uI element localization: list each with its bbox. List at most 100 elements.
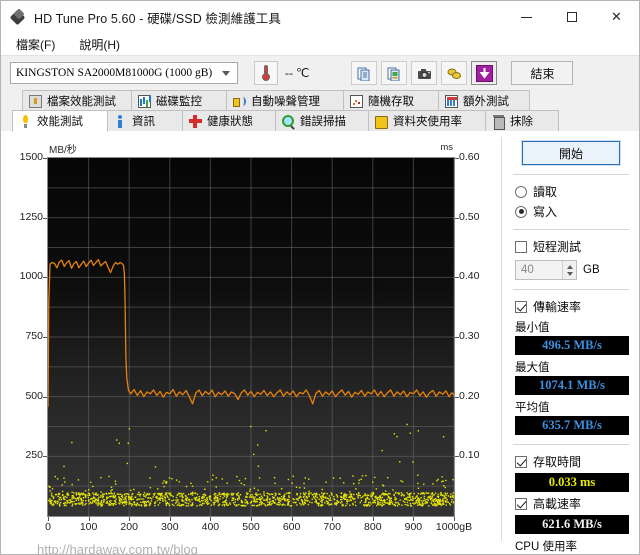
checkbox-burst-rate[interactable]: 高載速率 — [515, 495, 633, 512]
tab-erase[interactable]: 抹除 — [485, 110, 559, 131]
thermometer-icon[interactable] — [254, 61, 278, 85]
hd-tune-window: HD Tune Pro 5.60 - 硬碟/SSD 檢測維護工具 ✕ 檔案(F)… — [0, 0, 640, 555]
window-controls: ✕ — [504, 1, 639, 33]
error-scan-icon — [282, 114, 295, 128]
tab-label: 效能測試 — [37, 116, 83, 128]
tab-label: 錯誤掃描 — [300, 116, 346, 128]
burst-rate-value: 621.6 MB/s — [515, 515, 629, 534]
tab-label: 資料夾使用率 — [393, 116, 462, 128]
radio-read-icon — [515, 185, 527, 198]
tab-label: 資訊 — [132, 116, 155, 128]
y-tick-left: 1000 — [19, 270, 43, 283]
min-label: 最小值 — [515, 322, 550, 334]
checkbox-short-test[interactable]: 短程測試 — [515, 238, 633, 255]
file-benchmark-icon — [29, 94, 42, 108]
y-tick-left: 250 — [25, 449, 43, 462]
tab-label: 自動噪聲管理 — [251, 96, 320, 108]
erase-icon — [492, 114, 505, 130]
tab-benchmark[interactable]: 效能測試 — [12, 110, 108, 132]
tab-info[interactable]: 資訊 — [107, 110, 183, 131]
checkbox-short-test-icon — [515, 240, 527, 253]
y-tick-right: 0.10 — [459, 449, 480, 462]
tab-file-benchmark[interactable]: 檔案效能測試 — [22, 90, 132, 111]
menu-item-file[interactable]: 檔案(F) — [7, 34, 64, 55]
drive-select[interactable]: KINGSTON SA2000M81000G (1000 gB) — [10, 62, 238, 84]
radio-read[interactable]: 讀取 — [515, 183, 633, 200]
radio-write[interactable]: 寫入 — [515, 203, 633, 220]
size-unit-label: GB — [583, 264, 600, 276]
tab-label: 隨機存取 — [368, 96, 414, 108]
tab-health[interactable]: 健康狀態 — [182, 110, 276, 131]
tab-label: 額外測試 — [463, 96, 509, 108]
checkbox-access-time-icon — [515, 455, 527, 468]
drive-select-value: KINGSTON SA2000M81000G (1000 gB) — [16, 67, 213, 79]
random-access-icon — [350, 94, 363, 108]
maximize-button[interactable] — [549, 1, 594, 33]
tab-bar: 檔案效能測試 磁碟監控 自動噪聲管理 隨機存取 額外測試 效能測試 資訊 健康狀… — [1, 90, 639, 132]
tab-disk-monitor[interactable]: 磁碟監控 — [131, 90, 227, 111]
y-tick-left: 1250 — [19, 210, 43, 223]
close-button[interactable]: ✕ — [594, 1, 639, 33]
x-tick: 1000gB — [435, 521, 473, 533]
menu-item-help[interactable]: 說明(H) — [70, 34, 129, 55]
tab-extra-tests[interactable]: 額外測試 — [438, 90, 530, 111]
tab-label: 檔案效能測試 — [47, 96, 116, 108]
min-value: 496.5 MB/s — [515, 336, 629, 355]
checkbox-short-test-label: 短程測試 — [533, 240, 582, 254]
temperature-value: -- ℃ — [285, 65, 310, 80]
panel-divider — [501, 137, 502, 541]
y-axis-label-left: MB/秒 — [49, 145, 77, 156]
y-tick-left: 500 — [25, 389, 43, 402]
copy-image-icon[interactable] — [381, 61, 408, 85]
checkbox-access-time-label: 存取時間 — [533, 455, 582, 469]
control-panel: 開始 讀取 寫入 短程測試 40 GB 傳輸速率 最小值 496.5 MB/s … — [509, 137, 633, 553]
download-arrow-icon[interactable] — [471, 61, 498, 85]
radio-write-label: 寫入 — [533, 205, 558, 219]
tab-label: 抹除 — [510, 116, 533, 128]
exit-button[interactable]: 結束 — [511, 61, 574, 85]
radio-read-label: 讀取 — [533, 185, 558, 199]
tab-error-scan[interactable]: 錯誤掃描 — [275, 110, 369, 131]
minimize-button[interactable] — [504, 1, 549, 33]
stepper-arrows-icon[interactable] — [562, 261, 576, 279]
tab-label: 磁碟監控 — [156, 96, 202, 108]
y-axis-label-right: ms — [440, 142, 453, 153]
link-coins-icon[interactable] — [441, 61, 468, 85]
y-tick-right: 0.20 — [459, 389, 480, 402]
size-stepper[interactable]: 40 — [515, 260, 577, 280]
plot-area — [47, 157, 455, 517]
plot-svg — [48, 158, 454, 516]
avg-value: 635.7 MB/s — [515, 416, 629, 435]
y-tick-right: 0.50 — [459, 210, 480, 223]
tab-acoustic-management[interactable]: 自動噪聲管理 — [226, 90, 344, 111]
access-time-value: 0.033 ms — [515, 473, 629, 492]
checkbox-burst-rate-icon — [515, 497, 527, 510]
chevron-down-icon — [222, 71, 230, 76]
app-logo-icon — [9, 8, 27, 26]
y-tick-right: 0.30 — [459, 330, 480, 342]
toolbar-buttons — [351, 61, 498, 85]
screenshot-camera-icon[interactable] — [411, 61, 438, 85]
window-title: HD Tune Pro 5.60 - 硬碟/SSD 檢測維護工具 — [34, 11, 282, 26]
disk-monitor-icon — [138, 94, 151, 108]
checkbox-transfer-rate[interactable]: 傳輸速率 — [515, 298, 633, 315]
checkbox-access-time[interactable]: 存取時間 — [515, 453, 633, 470]
copy-text-icon[interactable] — [351, 61, 378, 85]
toolbar: KINGSTON SA2000M81000G (1000 gB) -- ℃ 結束 — [1, 56, 639, 90]
size-stepper-value: 40 — [521, 264, 534, 276]
tab-random-access[interactable]: 隨機存取 — [343, 90, 439, 111]
title-bar: HD Tune Pro 5.60 - 硬碟/SSD 檢測維護工具 ✕ — [1, 1, 639, 33]
checkbox-transfer-rate-icon — [515, 300, 527, 313]
extra-tests-icon — [445, 94, 458, 108]
info-icon — [114, 114, 127, 128]
benchmark-chart: MB/秒 ms 250 500 750 1000 1250 1500 0.10 0.20 0.… — [9, 139, 501, 555]
cpu-usage-label: CPU 使用率 — [515, 541, 577, 553]
tab-folder-usage[interactable]: 資料夾使用率 — [368, 110, 486, 131]
checkbox-burst-rate-label: 高載速率 — [533, 497, 582, 511]
menu-bar: 檔案(F) 說明(H) — [1, 33, 639, 56]
y-tick-left: 1500 — [19, 151, 43, 163]
start-button[interactable]: 開始 — [521, 140, 621, 166]
max-value: 1074.1 MB/s — [515, 376, 629, 395]
health-icon — [189, 114, 202, 128]
y-tick-right: 0.60 — [459, 151, 480, 163]
